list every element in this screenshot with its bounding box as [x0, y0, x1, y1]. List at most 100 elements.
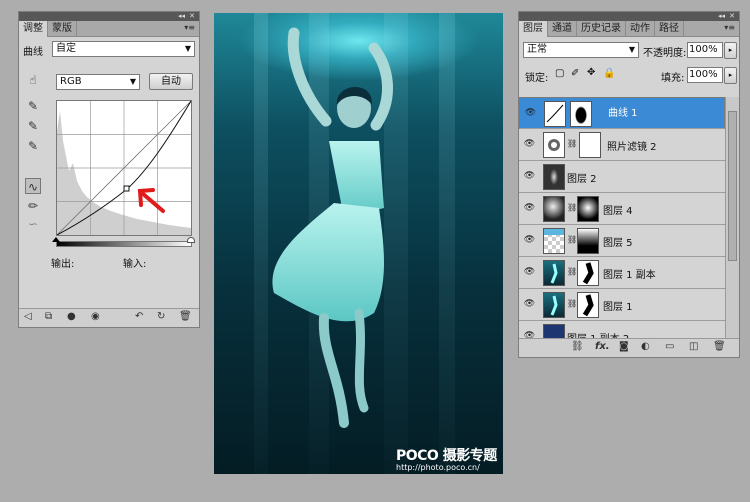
- previous-state-icon[interactable]: ↶: [135, 311, 143, 322]
- tab-adjustments[interactable]: 调整: [19, 21, 48, 37]
- white-point-slider[interactable]: [187, 237, 195, 243]
- layer-name[interactable]: 图层 1: [603, 298, 633, 313]
- layer-name[interactable]: 图层 4: [603, 202, 633, 217]
- curve-control-point[interactable]: [123, 185, 130, 192]
- layer-name[interactable]: 照片滤镜 2: [607, 138, 657, 153]
- fill-input[interactable]: 100%: [687, 67, 723, 83]
- panel-title-bar[interactable]: ◂◂ ✕: [519, 12, 739, 21]
- blend-mode-select[interactable]: 正常 ▼: [523, 42, 639, 58]
- expand-view-icon[interactable]: ⧉: [45, 311, 52, 322]
- layer-row-photo-filter-2[interactable]: 👁 ⛓ 照片滤镜 2: [519, 129, 725, 161]
- smooth-curve-icon[interactable]: ∽: [25, 216, 41, 232]
- layers-scrollbar[interactable]: [725, 97, 739, 339]
- eye-icon[interactable]: 👁: [523, 266, 536, 279]
- panel-menu-icon[interactable]: ▾≡: [724, 23, 735, 32]
- layer-row-layer-1[interactable]: 👁 ⛓ 图层 1: [519, 289, 725, 321]
- scrollbar-thumb[interactable]: [728, 111, 737, 261]
- link-icon: ⛓: [567, 267, 578, 276]
- panel-title-bar[interactable]: ◂◂ ✕: [19, 12, 199, 21]
- tab-history[interactable]: 历史记录: [577, 21, 626, 36]
- watermark-brand: POCO 摄影专题: [396, 448, 497, 464]
- layer-thumbnail: [543, 324, 565, 339]
- lock-move-icon[interactable]: ✥: [587, 67, 595, 78]
- lock-transparent-icon[interactable]: ▢: [555, 68, 564, 79]
- layer-mask-thumbnail: [577, 292, 599, 318]
- close-icon[interactable]: ✕: [729, 12, 735, 21]
- fill-label: 填充:: [661, 73, 685, 84]
- underwater-figure: [272, 27, 393, 428]
- link-icon: ⛓: [567, 139, 578, 148]
- eye-icon[interactable]: 👁: [523, 202, 536, 215]
- on-image-adjust-icon[interactable]: ☝: [25, 72, 41, 88]
- tab-channels[interactable]: 通道: [548, 21, 577, 36]
- visibility-icon[interactable]: ◉: [91, 311, 100, 322]
- eye-icon[interactable]: 👁: [523, 170, 536, 183]
- tab-layers[interactable]: 图层: [519, 21, 548, 37]
- back-arrow-icon[interactable]: ◁: [24, 311, 32, 322]
- layer-name[interactable]: 图层 5: [603, 234, 633, 249]
- auto-button[interactable]: 自动: [149, 73, 193, 90]
- channel-select[interactable]: RGB ▼: [56, 74, 140, 90]
- photo-filter-thumbnail: [543, 132, 565, 158]
- lock-all-icon[interactable]: 🔒: [603, 68, 615, 79]
- opacity-arrow-button[interactable]: ▸: [724, 42, 737, 59]
- adjustment-layer-icon[interactable]: ◐: [641, 341, 650, 352]
- link-layers-icon[interactable]: ⛓: [571, 341, 584, 352]
- curve-point-tool-icon[interactable]: ∿: [25, 178, 41, 194]
- white-eyedropper-icon[interactable]: ✎: [25, 138, 41, 154]
- tab-paths[interactable]: 路径: [655, 21, 684, 36]
- opacity-input[interactable]: 100%: [687, 42, 723, 58]
- layer-row-layer-5[interactable]: 👁 ⛓ 图层 5: [519, 225, 725, 257]
- add-mask-icon[interactable]: ◙: [619, 341, 629, 352]
- layer-row-layer-1-copy[interactable]: 👁 ⛓ 图层 1 副本: [519, 257, 725, 289]
- new-layer-icon[interactable]: ◫: [689, 341, 698, 352]
- watermark-url: http://photo.poco.cn/: [396, 463, 480, 472]
- document-canvas[interactable]: [214, 13, 503, 474]
- eye-icon[interactable]: 👁: [523, 138, 536, 151]
- watermark: POCO 摄影专题 http://photo.poco.cn/: [396, 445, 497, 472]
- reset-icon[interactable]: ↻: [157, 311, 165, 322]
- lock-brush-icon[interactable]: ✐: [571, 68, 579, 79]
- chevron-down-icon: ▼: [184, 44, 191, 53]
- fill-arrow-button[interactable]: ▸: [724, 67, 737, 84]
- black-point-slider[interactable]: [52, 237, 60, 242]
- clip-layer-icon[interactable]: ●: [67, 311, 76, 322]
- eye-icon[interactable]: 👁: [523, 298, 536, 311]
- black-eyedropper-icon[interactable]: ✎: [25, 98, 41, 114]
- input-label: 输入:: [123, 259, 147, 270]
- lock-label: 锁定:: [525, 73, 549, 84]
- eye-icon[interactable]: 👁: [523, 234, 536, 247]
- chevron-down-icon: ▼: [129, 77, 136, 86]
- tab-actions[interactable]: 动作: [626, 21, 655, 36]
- layer-mask-thumbnail: [579, 132, 601, 158]
- curves-svg: [56, 100, 192, 236]
- eye-icon[interactable]: 👁: [524, 107, 537, 120]
- curves-adjustment-thumbnail: [544, 101, 566, 127]
- preset-select[interactable]: 自定 ▼: [52, 41, 195, 57]
- pencil-icon[interactable]: ✏: [25, 198, 41, 214]
- layer-row-layer-2[interactable]: 👁 图层 2: [519, 161, 725, 193]
- layer-name[interactable]: 图层 2: [567, 170, 597, 185]
- layer-row-layer-4[interactable]: 👁 ⛓ 图层 4: [519, 193, 725, 225]
- layer-row-layer-1-copy-2[interactable]: 👁 图层 1 副本 2: [519, 321, 725, 339]
- trash-icon[interactable]: 🗑: [713, 341, 726, 352]
- close-icon[interactable]: ✕: [189, 12, 195, 21]
- collapse-icon[interactable]: ◂◂: [718, 12, 725, 21]
- layer-name[interactable]: 曲线 1: [608, 107, 638, 121]
- gray-eyedropper-icon[interactable]: ✎: [25, 118, 41, 134]
- layers-panel: ◂◂ ✕ 图层 通道 历史记录 动作 路径 ▾≡ 正常 ▼ 不透明度: 100%…: [518, 11, 740, 358]
- layer-row-curves-1[interactable]: 👁 曲线 1: [519, 97, 725, 129]
- panel-menu-icon[interactable]: ▾≡: [184, 23, 195, 32]
- output-label: 输出:: [51, 259, 75, 270]
- tab-masks[interactable]: 蒙版: [48, 21, 77, 36]
- layer-name[interactable]: 图层 1 副本: [603, 266, 656, 281]
- fx-icon[interactable]: fx.: [595, 341, 610, 352]
- new-group-icon[interactable]: ▭: [665, 341, 674, 352]
- layer-thumbnail: [543, 292, 565, 318]
- layers-tabs: 图层 通道 历史记录 动作 路径 ▾≡: [519, 21, 739, 37]
- link-icon: ⛓: [567, 235, 578, 244]
- curves-graph[interactable]: [56, 100, 192, 236]
- layer-mask-thumbnail: [570, 101, 592, 127]
- trash-icon[interactable]: 🗑: [179, 311, 192, 322]
- collapse-icon[interactable]: ◂◂: [178, 12, 185, 21]
